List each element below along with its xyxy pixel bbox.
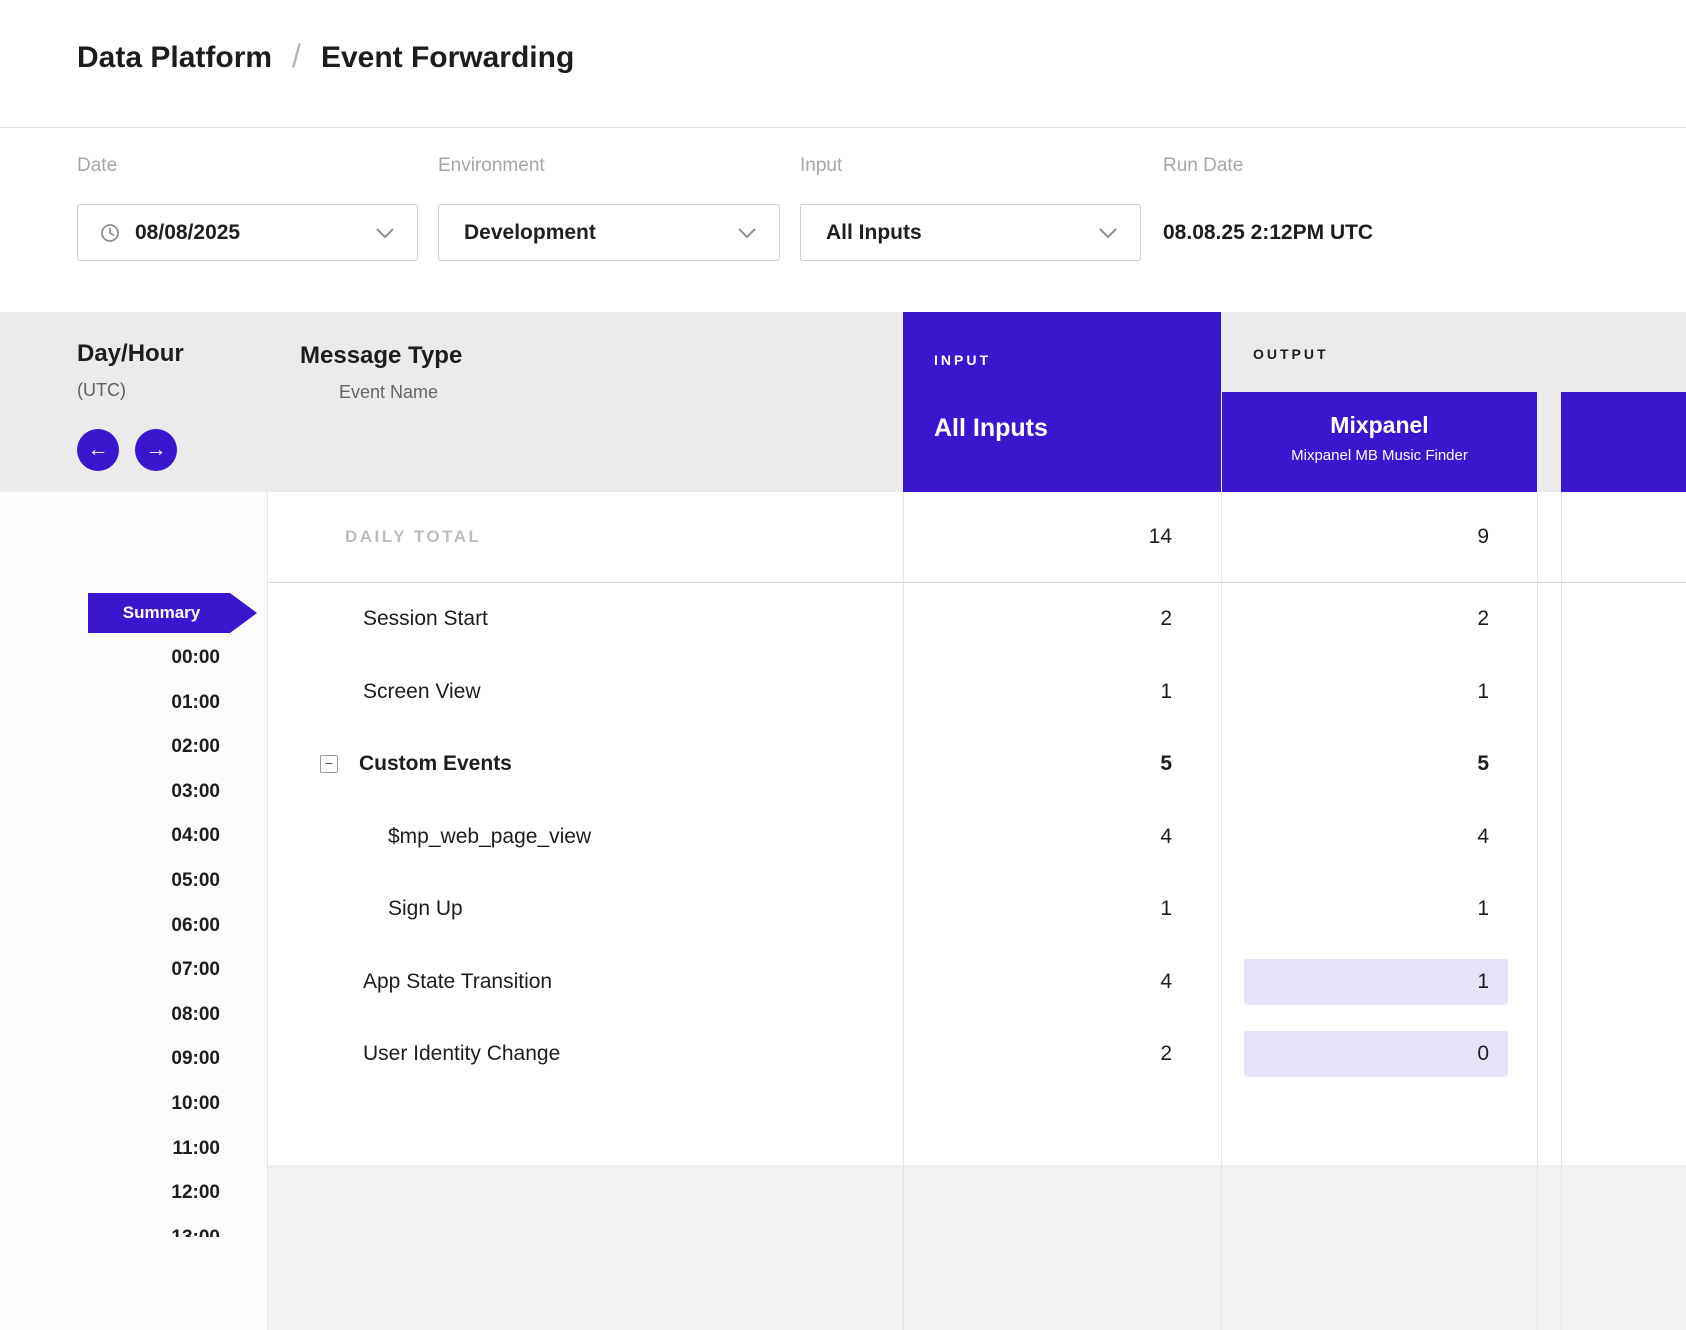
chevron-down-icon — [737, 227, 757, 239]
filter-bar: Date Environment Input Run Date 08/08/20… — [0, 129, 1686, 312]
event-row: User Identity Change 2 0 — [268, 1018, 1686, 1091]
event-row: Session Start 2 2 — [268, 583, 1686, 656]
daily-total-label: DAILY TOTAL — [345, 527, 481, 547]
arrow-left-icon: ← — [88, 438, 109, 462]
run-date-label: Run Date — [1163, 155, 1243, 177]
event-row: $mp_web_page_view 4 4 — [268, 801, 1686, 874]
column-divider — [903, 492, 904, 1330]
hour-item[interactable]: 00:00 — [0, 636, 220, 681]
hour-item[interactable]: 10:00 — [0, 1082, 220, 1127]
date-filter-label: Date — [77, 155, 117, 177]
input-column-title: All Inputs — [934, 414, 1048, 443]
previous-day-button[interactable]: ← — [77, 429, 119, 471]
input-count-value: 2 — [903, 607, 1172, 631]
input-filter-select[interactable]: All Inputs — [800, 204, 1141, 261]
hour-item[interactable]: 01:00 — [0, 681, 220, 726]
hour-item[interactable]: 04:00 — [0, 814, 220, 859]
column-divider — [1221, 492, 1222, 1330]
arrow-right-icon: → — [146, 438, 167, 462]
hour-item[interactable]: 13:00 — [0, 1216, 220, 1237]
output-count-value: 1 — [1244, 669, 1508, 715]
collapse-icon[interactable]: − — [320, 755, 338, 773]
breadcrumb: Data Platform / Event Forwarding — [77, 38, 574, 75]
hour-item[interactable]: 12:00 — [0, 1171, 220, 1216]
hour-item[interactable]: 09:00 — [0, 1037, 220, 1082]
hour-item[interactable]: 05:00 — [0, 859, 220, 904]
chevron-down-icon — [375, 227, 395, 239]
table-body: Summary 00:0001:0002:0003:0004:0005:0006… — [0, 492, 1686, 1330]
event-rows: Session Start 2 2 Screen View 1 1 − Custom Even… — [268, 583, 1686, 1165]
hour-item[interactable]: 11:00 — [0, 1127, 220, 1172]
event-row: − Custom Events 5 5 — [268, 728, 1686, 801]
day-hour-subtitle: (UTC) — [77, 380, 126, 401]
next-day-button[interactable]: → — [135, 429, 177, 471]
page-header: Data Platform / Event Forwarding — [0, 0, 1686, 128]
hour-item[interactable]: 03:00 — [0, 770, 220, 815]
summary-badge[interactable]: Summary — [88, 593, 257, 633]
table-body-end — [268, 1165, 1686, 1330]
input-filter-value: All Inputs — [826, 221, 922, 245]
input-count-value: 4 — [903, 970, 1172, 994]
output-count-value: 2 — [1244, 596, 1508, 642]
hour-list: 00:0001:0002:0003:0004:0005:0006:0007:00… — [0, 636, 220, 1237]
event-row-label: Custom Events — [359, 752, 512, 776]
input-count-value: 2 — [903, 1042, 1172, 1066]
column-divider — [1537, 492, 1538, 1330]
input-count-value: 1 — [903, 897, 1172, 921]
event-row-label: Screen View — [363, 680, 481, 704]
message-type-subtitle: Event Name — [339, 382, 438, 403]
event-row: App State Transition 4 1 — [268, 946, 1686, 1019]
hour-item[interactable]: 02:00 — [0, 725, 220, 770]
input-column-header[interactable]: INPUT All Inputs — [903, 312, 1221, 492]
table-header: Day/Hour (UTC) ← → Message Type Event Na… — [0, 312, 1686, 492]
event-forwarding-page: Data Platform / Event Forwarding Date En… — [0, 0, 1686, 1330]
column-divider — [1561, 492, 1562, 1330]
output-count-value: 5 — [1244, 741, 1508, 787]
output-count-value: 1 — [1244, 959, 1508, 1005]
breadcrumb-separator: / — [292, 38, 301, 75]
clock-icon — [99, 222, 121, 244]
event-row: Screen View 1 1 — [268, 656, 1686, 729]
output-column-subtitle: Mixpanel MB Music Finder — [1222, 447, 1537, 464]
daily-total-row: DAILY TOTAL 14 9 — [268, 492, 1686, 583]
environment-filter-label: Environment — [438, 155, 545, 177]
output-column-title: Mixpanel — [1222, 412, 1537, 439]
input-count-value: 1 — [903, 680, 1172, 704]
hour-item[interactable]: 08:00 — [0, 993, 220, 1038]
run-date-value: 08.08.25 2:12PM UTC — [1163, 204, 1373, 261]
breadcrumb-page: Event Forwarding — [321, 41, 574, 75]
output-column-header-mixpanel[interactable]: Mixpanel Mixpanel MB Music Finder — [1222, 392, 1537, 492]
output-column-header-partial[interactable] — [1561, 392, 1686, 492]
input-count-value: 5 — [903, 752, 1172, 776]
output-count-value: 1 — [1244, 886, 1508, 932]
day-hour-column: Summary 00:0001:0002:0003:0004:0005:0006… — [0, 492, 268, 1330]
breadcrumb-section[interactable]: Data Platform — [77, 41, 272, 75]
column-header-day-hour: Day/Hour — [77, 340, 184, 368]
column-header-message-type: Message Type — [300, 342, 462, 370]
date-filter-value: 08/08/2025 — [135, 221, 240, 245]
event-row-label: User Identity Change — [363, 1042, 560, 1066]
input-kicker: INPUT — [934, 352, 991, 368]
daily-total-input-value: 14 — [903, 525, 1172, 549]
daily-total-output-value: 9 — [1244, 514, 1508, 560]
chevron-down-icon — [1098, 227, 1118, 239]
output-kicker: OUTPUT — [1253, 346, 1329, 362]
hour-item[interactable]: 07:00 — [0, 948, 220, 993]
environment-filter-value: Development — [464, 221, 596, 245]
hour-item[interactable]: 06:00 — [0, 904, 220, 949]
event-row-label: App State Transition — [363, 970, 552, 994]
event-row: Sign Up 1 1 — [268, 873, 1686, 946]
input-filter-label: Input — [800, 155, 842, 177]
date-filter-select[interactable]: 08/08/2025 — [77, 204, 418, 261]
output-count-value: 0 — [1244, 1031, 1508, 1077]
event-row-label: Sign Up — [388, 897, 463, 921]
input-count-value: 4 — [903, 825, 1172, 849]
event-row-label: $mp_web_page_view — [388, 825, 591, 849]
event-row-label: Session Start — [363, 607, 488, 631]
output-count-value: 4 — [1244, 814, 1508, 860]
environment-filter-select[interactable]: Development — [438, 204, 780, 261]
